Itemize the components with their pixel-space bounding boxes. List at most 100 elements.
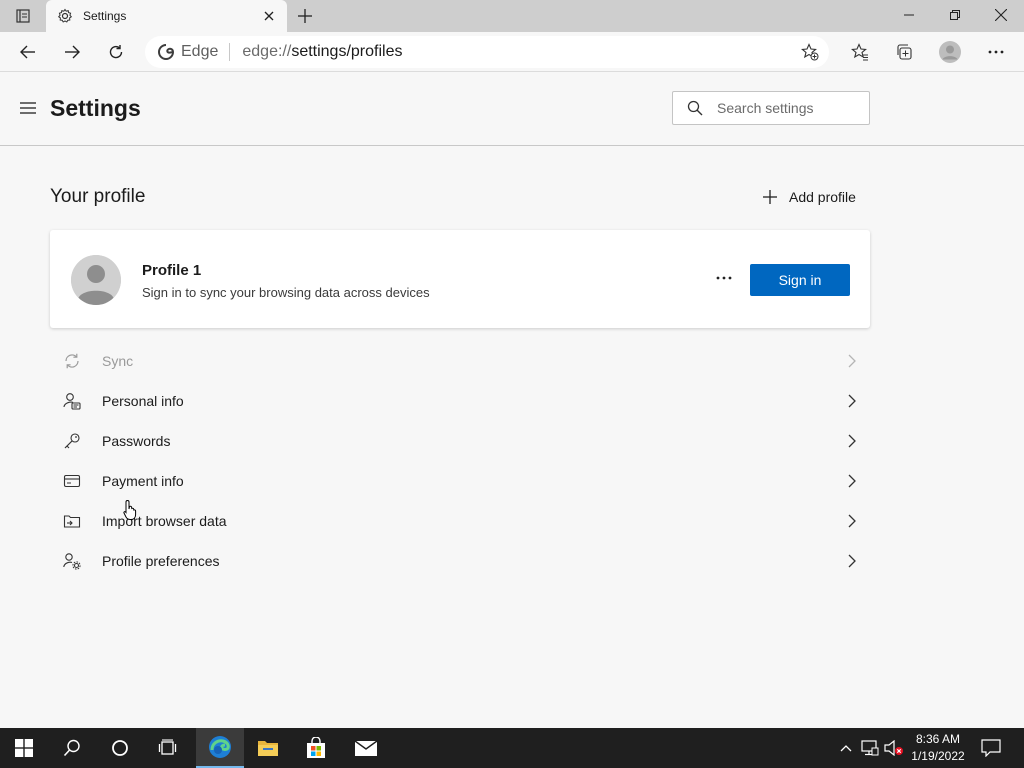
action-center-button[interactable]	[978, 736, 1004, 760]
list-item-sync[interactable]: Sync	[50, 341, 870, 381]
task-view-icon	[158, 739, 177, 755]
back-button[interactable]	[13, 37, 43, 67]
hamburger-icon	[20, 102, 36, 114]
collections-icon	[897, 44, 912, 60]
edge-logo-icon	[209, 736, 231, 758]
add-favorite-button[interactable]	[795, 37, 825, 67]
chevron-right-icon	[844, 353, 860, 369]
profile-sync-hint: Sign in to sync your browsing data acros…	[142, 285, 430, 300]
star-add-icon	[801, 43, 819, 61]
refresh-button[interactable]	[101, 37, 131, 67]
windows-logo-icon	[15, 739, 33, 757]
search-icon	[63, 739, 80, 757]
ellipsis-icon	[716, 276, 732, 280]
list-item-label: Import browser data	[102, 513, 227, 529]
avatar-icon	[71, 255, 121, 305]
tab-actions-icon	[16, 9, 30, 23]
arrow-left-icon	[20, 45, 35, 59]
file-explorer-button[interactable]	[244, 728, 292, 768]
import-icon	[62, 511, 82, 531]
section-title-your-profile: Your profile	[50, 186, 146, 207]
sign-in-button[interactable]: Sign in	[750, 264, 850, 296]
key-icon	[62, 431, 82, 451]
taskbar-clock[interactable]: 8:36 AM 1/19/2022	[906, 731, 970, 765]
restore-icon	[950, 10, 960, 20]
folder-icon	[258, 741, 278, 756]
list-item-label: Passwords	[102, 433, 171, 449]
credit-card-icon	[62, 471, 82, 491]
clock-date: 1/19/2022	[911, 749, 965, 763]
url-path: settings/profiles	[291, 43, 403, 60]
profile-button[interactable]	[935, 37, 965, 67]
search-box[interactable]	[672, 91, 870, 125]
plus-icon	[298, 9, 312, 23]
tab-actions-button[interactable]	[10, 6, 36, 26]
show-hidden-icons-button[interactable]	[836, 738, 856, 758]
list-item-payment-info[interactable]: Payment info	[50, 461, 870, 501]
list-item-import-browser-data[interactable]: Import browser data	[50, 501, 870, 541]
windows-taskbar: 8:36 AM 1/19/2022	[0, 728, 1024, 768]
notification-icon	[981, 739, 1001, 757]
close-icon	[264, 11, 274, 21]
microsoft-store-button[interactable]	[292, 728, 340, 768]
list-item-passwords[interactable]: Passwords	[50, 421, 870, 461]
avatar-icon	[939, 41, 961, 63]
hand-cursor-icon	[123, 499, 137, 520]
settings-and-more-button[interactable]	[981, 37, 1011, 67]
browser-toolbar: Edge edge://settings/profiles	[0, 32, 1024, 72]
search-taskbar-button[interactable]	[48, 728, 96, 768]
favorites-button[interactable]	[845, 37, 875, 67]
cortana-icon	[112, 740, 128, 756]
profile-name: Profile 1	[142, 262, 202, 279]
network-tray-button[interactable]	[860, 738, 880, 758]
address-bar[interactable]: Edge edge://settings/profiles	[145, 36, 829, 68]
edge-logo-icon	[157, 43, 175, 61]
personal-info-icon	[62, 391, 82, 411]
refresh-icon	[109, 45, 123, 59]
tab-settings[interactable]: Settings	[46, 0, 287, 32]
close-window-button[interactable]	[978, 0, 1024, 30]
volume-muted-icon	[884, 740, 903, 756]
mail-button[interactable]	[342, 728, 390, 768]
restore-button[interactable]	[932, 0, 978, 30]
chevron-right-icon	[844, 553, 860, 569]
plus-icon	[760, 187, 780, 207]
list-item-label: Personal info	[102, 393, 184, 409]
address-separator	[229, 43, 231, 61]
minimize-button[interactable]	[886, 0, 932, 30]
profile-card: Profile 1 Sign in to sync your browsing …	[50, 230, 870, 328]
chevron-right-icon	[844, 513, 860, 529]
profile-more-button[interactable]	[710, 267, 738, 289]
page-title: Settings	[50, 95, 141, 121]
arrow-right-icon	[65, 45, 80, 59]
collections-button[interactable]	[889, 37, 919, 67]
chevron-right-icon	[844, 393, 860, 409]
avatar	[71, 255, 121, 305]
add-profile-label: Add profile	[789, 189, 856, 205]
volume-tray-button[interactable]	[884, 738, 904, 758]
settings-menu-button[interactable]	[15, 97, 41, 119]
start-button[interactable]	[0, 728, 48, 768]
taskbar-edge-button[interactable]	[196, 728, 244, 768]
cortana-button[interactable]	[96, 728, 144, 768]
clock-time: 8:36 AM	[915, 732, 961, 746]
tab-close-button[interactable]	[261, 8, 277, 24]
list-item-personal-info[interactable]: Personal info	[50, 381, 870, 421]
new-tab-button[interactable]	[294, 5, 316, 27]
task-view-button[interactable]	[144, 728, 192, 768]
tab-strip: Settings	[0, 0, 1024, 32]
gear-icon	[57, 8, 73, 24]
forward-button[interactable]	[57, 37, 87, 67]
network-icon	[861, 740, 879, 756]
list-item-profile-preferences[interactable]: Profile preferences	[50, 541, 870, 581]
url-text[interactable]: edge://settings/profiles	[242, 43, 795, 61]
search-icon	[686, 99, 704, 117]
add-profile-button[interactable]: Add profile	[760, 186, 856, 208]
search-input[interactable]	[717, 100, 857, 116]
mail-icon	[354, 740, 378, 756]
list-item-label: Payment info	[102, 473, 184, 489]
ellipsis-icon	[988, 50, 1004, 54]
sync-icon	[62, 351, 82, 371]
profile-preferences-icon	[62, 551, 82, 571]
list-item-label: Profile preferences	[102, 553, 220, 569]
